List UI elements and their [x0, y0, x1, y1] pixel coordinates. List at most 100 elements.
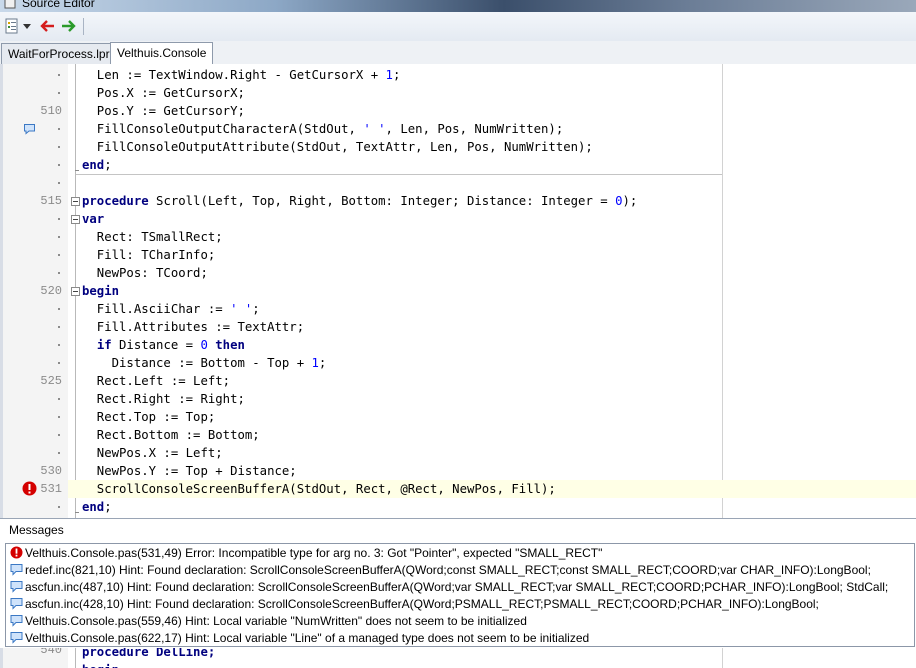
gutter-line [0, 264, 68, 282]
gutter-line: 530 [0, 462, 68, 480]
line-dot [58, 236, 60, 238]
code-line: NewPos.X := Left; [82, 446, 223, 460]
line-number: 510 [40, 104, 62, 118]
code-line: Rect.Left := Left; [82, 374, 231, 388]
dropdown-arrow-icon[interactable] [22, 17, 32, 35]
fold-toggle-procedure[interactable] [71, 197, 80, 206]
code-line: NewPos.Y := Top + Distance; [82, 464, 297, 478]
code-line: Distance := Bottom - Top + 1; [82, 356, 327, 370]
code-line: FillConsoleOutputCharacterA(StdOut, ' ',… [82, 122, 564, 136]
forward-arrow-icon[interactable] [60, 17, 78, 35]
message-text: Velthuis.Console.pas(559,46) Hint: Local… [25, 614, 527, 628]
gutter-line [0, 228, 68, 246]
message-text: Velthuis.Console.pas(622,17) Hint: Local… [25, 631, 590, 645]
gutter-line: 525 [0, 372, 68, 390]
code-line: procedure Scroll(Left, Top, Right, Botto… [82, 194, 638, 208]
window-title: Source Editor [22, 0, 95, 10]
hint-icon [10, 564, 23, 576]
line-number: 530 [40, 464, 62, 478]
messages-list[interactable]: Velthuis.Console.pas(531,49) Error: Inco… [5, 543, 915, 647]
hint-message[interactable]: Velthuis.Console.pas(622,17) Hint: Local… [10, 630, 589, 647]
tab-bar: WaitForProcess.lpr Velthuis.Console [0, 41, 916, 65]
line-dot [58, 272, 60, 274]
message-text: Velthuis.Console.pas(531,49) Error: Inco… [25, 546, 603, 560]
fold-toggle-begin[interactable] [71, 287, 80, 296]
gutter-line [0, 174, 68, 192]
hint-message[interactable]: ascfun.inc(487,10) Hint: Found declarati… [10, 579, 888, 596]
line-dot [58, 92, 60, 94]
code-line: Pos.Y := GetCursorY; [82, 104, 245, 118]
code-line: Rect.Top := Top; [82, 410, 216, 424]
tab-label: Velthuis.Console [117, 46, 207, 60]
line-dot [58, 416, 60, 418]
hint-icon [10, 632, 23, 644]
app-icon [4, 0, 16, 9]
line-number: 515 [40, 194, 62, 208]
editor-peek: 540 procedure DelLine; begin [0, 648, 916, 668]
code-line: Fill.Attributes := TextAttr; [82, 320, 305, 334]
code-line: NewPos: TCoord; [82, 266, 208, 280]
toolbar-separator [83, 18, 84, 35]
tab-waitforprocess[interactable]: WaitForProcess.lpr [1, 43, 117, 64]
document-menu-icon[interactable] [4, 17, 20, 35]
line-number: 520 [40, 284, 62, 298]
fold-toggle-var[interactable] [71, 215, 80, 224]
message-text: ascfun.inc(428,10) Hint: Found declarati… [25, 597, 819, 611]
line-dot [58, 128, 60, 130]
code-line: Len := TextWindow.Right - GetCursorX + 1… [82, 68, 401, 82]
source-editor[interactable]: 510 515 520 525 530 531 Len := TextWindow.Rig… [0, 64, 916, 518]
line-dot [58, 254, 60, 256]
message-text: redef.inc(821,10) Hint: Found declaratio… [25, 563, 871, 577]
gutter-line [0, 246, 68, 264]
error-marker-icon[interactable] [22, 481, 37, 496]
gutter-line: 510 [0, 102, 68, 120]
code-line: var [82, 212, 105, 226]
window-titlebar: Source Editor [0, 0, 916, 12]
line-dot [58, 344, 60, 346]
gutter-line: 520 [0, 282, 68, 300]
gutter-line [0, 138, 68, 156]
code-line: if Distance = 0 then [96, 338, 245, 352]
line-number: 540 [40, 648, 62, 657]
hint-marker-icon[interactable] [23, 123, 36, 135]
gutter-line [0, 498, 68, 516]
gutter-line [0, 300, 68, 318]
line-dot [58, 308, 60, 310]
code-line: Fill.AsciiChar := ' '; [82, 302, 260, 316]
gutter-line [0, 390, 68, 408]
line-dot [58, 398, 60, 400]
gutter-line [0, 354, 68, 372]
message-text: ascfun.inc(487,10) Hint: Found declarati… [25, 580, 889, 594]
tab-label: WaitForProcess.lpr [8, 47, 110, 61]
messages-title: Messages [0, 519, 916, 542]
gutter-line: 531 [0, 480, 68, 498]
procedure-separator [76, 174, 722, 175]
hint-icon [10, 598, 23, 610]
gutter-line [0, 444, 68, 462]
gutter-line [0, 336, 68, 354]
line-dot [58, 506, 60, 508]
line-dot [58, 434, 60, 436]
gutter-line: 515 [0, 192, 68, 210]
code-line: end; [82, 158, 112, 172]
code-line: begin [82, 661, 119, 668]
error-message[interactable]: Velthuis.Console.pas(531,49) Error: Inco… [10, 545, 602, 562]
tab-velthuis-console[interactable]: Velthuis.Console [110, 42, 214, 65]
line-dot [58, 164, 60, 166]
code-line: Rect: TSmallRect; [82, 230, 223, 244]
gutter-line [0, 210, 68, 228]
messages-panel: Messages Velthuis.Console.pas(531,49) Er… [0, 518, 916, 649]
gutter-line [0, 426, 68, 444]
hint-message[interactable]: redef.inc(821,10) Hint: Found declaratio… [10, 562, 871, 579]
code-line: Fill: TCharInfo; [82, 248, 216, 262]
back-arrow-icon[interactable] [38, 17, 56, 35]
code-line: Pos.X := GetCursorX; [82, 86, 245, 100]
code-line: Rect.Right := Right; [82, 392, 245, 406]
gutter-line [0, 156, 68, 174]
hint-message[interactable]: Velthuis.Console.pas(559,46) Hint: Local… [10, 613, 527, 630]
gutter-line [0, 84, 68, 102]
hint-icon [10, 581, 23, 593]
hint-message[interactable]: ascfun.inc(428,10) Hint: Found declarati… [10, 596, 819, 613]
toolbar [0, 12, 916, 42]
line-dot [58, 74, 60, 76]
